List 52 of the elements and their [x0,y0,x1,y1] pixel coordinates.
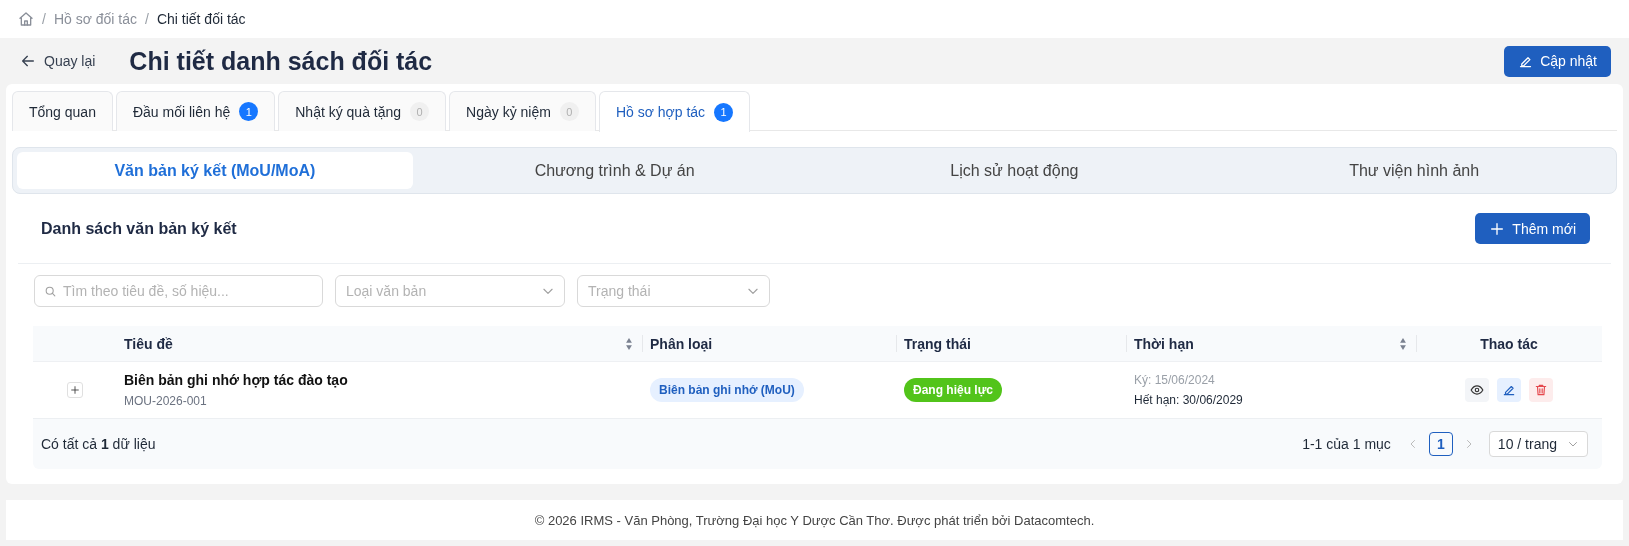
count-badge: 1 [239,102,259,121]
pencil-icon [1502,383,1516,397]
tab[interactable]: Nhật ký quà tặng 0 [278,91,447,131]
plus-icon [1489,220,1506,237]
column-header: Trạng thái [896,326,1126,361]
record-count: Có tất cả 1 dữ liệu [41,436,156,452]
page-size-select[interactable]: 10 / trang [1488,431,1588,457]
view-button[interactable] [1465,378,1489,402]
breadcrumb-item: Chi tiết đối tác [156,11,246,27]
breadcrumb-separator: / [145,11,149,27]
add-button[interactable]: Thêm mới [1475,213,1590,244]
footer-text: © 2026 IRMS - Văn Phòng, Trường Đại học Y Dược Cần Thơ. Được phát triển bởi Datacomtech. [534,512,1095,528]
delete-button[interactable] [1529,378,1553,402]
type-tag: Biên bản ghi nhớ (MoU) [650,378,804,402]
eye-icon [1470,383,1484,397]
breadcrumb-separator: / [42,11,46,27]
section-title: Danh sách văn bản ký kết [41,219,237,238]
signed-date: Ký: 15/06/2024 [1134,373,1215,387]
column-header: Phân loại [642,326,896,361]
plus-icon [69,385,80,395]
back-button[interactable]: Quay lại [20,53,96,69]
page-button[interactable]: 1 [1428,432,1453,456]
page-title: Chi tiết danh sách đối tác [129,46,433,76]
trash-icon [1534,383,1548,397]
segment-tab[interactable]: Lịch sử hoạt động [816,152,1213,189]
page-range: 1-1 của 1 mục [1302,436,1391,452]
arrow-left-icon [20,53,36,69]
select-field[interactable]: Trạng thái [577,275,770,307]
select-field[interactable]: Loại văn bản [335,275,565,307]
segment-tab[interactable]: Văn bản ký kết (MoU/MoA) [17,152,413,189]
document-title: Biên bản ghi nhớ hợp tác đào tạo [124,372,348,388]
count-badge: 0 [559,102,579,121]
expiry-date: Hết hạn: 30/06/2029 [1134,393,1243,407]
status-tag: Đang hiệu lực [904,378,1003,402]
search-field[interactable]: Tìm theo tiêu đề, số hiệu... [34,275,323,307]
column-header[interactable]: Thời hạn [1126,326,1416,361]
tab[interactable]: Đầu mối liên hệ 1 [115,91,276,131]
tab[interactable]: Tổng quan [12,91,113,131]
expand-button[interactable] [66,382,83,398]
segment-tab[interactable]: Thư viện hình ảnh [1216,152,1612,189]
count-badge: 1 [714,102,734,122]
count-badge: 0 [410,102,430,121]
segment-tab[interactable]: Chương trình & Dự án [416,152,813,189]
document-code: MOU-2026-001 [124,394,207,408]
tab[interactable]: Ngày kỷ niệm 0 [449,91,596,131]
search-icon [44,285,57,298]
column-header: Thao tác [1416,326,1602,361]
home-icon[interactable] [18,11,34,27]
column-header[interactable]: Tiêu đề [116,326,642,361]
tab[interactable]: Hồ sơ hợp tác 1 [598,91,751,132]
edit-button[interactable] [1497,378,1521,402]
update-button[interactable]: Cập nhật [1504,45,1611,77]
